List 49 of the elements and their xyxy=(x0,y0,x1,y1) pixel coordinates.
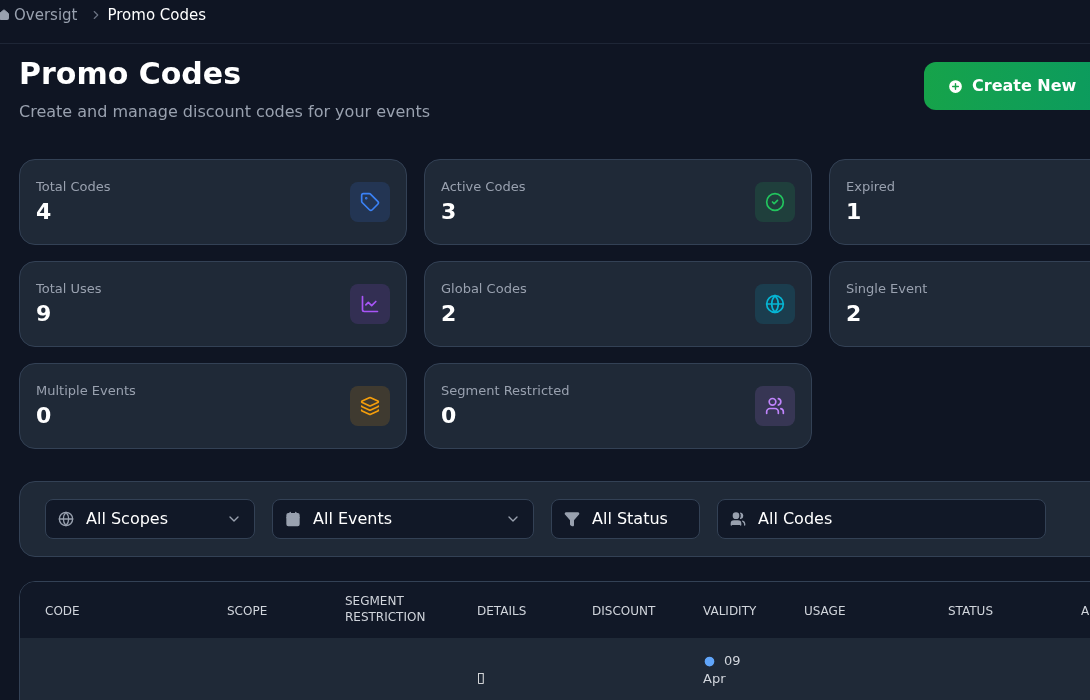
stat-label: Total Codes xyxy=(36,178,111,197)
globe-icon xyxy=(58,511,74,527)
column-header: VALIDITY xyxy=(703,603,757,619)
line-chart-icon xyxy=(360,294,380,314)
check-circle-icon xyxy=(765,192,785,212)
stat-value: 0 xyxy=(36,401,53,430)
stat-value: 9 xyxy=(36,299,53,328)
users-icon xyxy=(765,396,785,416)
column-header: STATUS xyxy=(948,603,994,619)
breadcrumb-link[interactable]: Oversigt xyxy=(14,4,78,27)
filter-select[interactable]: All Status xyxy=(551,499,700,539)
stat-value: 3 xyxy=(441,197,458,226)
column-header: DISCOUNT xyxy=(592,603,656,619)
stat-value: 0 xyxy=(441,401,458,430)
create-button[interactable]: Create New xyxy=(924,62,1090,110)
stat-label: Total Uses xyxy=(36,280,102,299)
column-header: SCOPE xyxy=(227,603,268,619)
column-header: CODE xyxy=(45,603,80,619)
column-header: SEGMENT RESTRICTION xyxy=(345,592,427,625)
plus-icon xyxy=(947,77,964,95)
column-header: USAGE xyxy=(804,603,846,619)
validity-day: 09 xyxy=(724,653,741,669)
tag-icon xyxy=(360,192,380,212)
globe-icon xyxy=(765,294,785,314)
details-glyph: ▯ xyxy=(477,669,485,685)
stat-label: Segment Restricted xyxy=(441,382,570,401)
stat-label: Multiple Events xyxy=(36,382,136,401)
home-icon[interactable] xyxy=(0,9,10,21)
stat-label: Expired xyxy=(846,178,896,197)
column-header: A xyxy=(1081,603,1090,619)
stat-value: 1 xyxy=(846,197,863,226)
users-icon xyxy=(730,511,746,527)
filter-icon xyxy=(564,511,580,527)
breadcrumb-link[interactable]: Promo Codes xyxy=(107,4,207,27)
page-subtitle: Create and manage discount codes for your events xyxy=(19,101,432,123)
filter-select[interactable]: All Events xyxy=(272,499,534,539)
validity-month: Apr xyxy=(703,671,726,687)
stat-label: Single Event xyxy=(846,280,928,299)
layers-icon xyxy=(360,396,380,416)
column-header: DETAILS xyxy=(477,603,527,619)
stat-value: 2 xyxy=(441,299,458,328)
stat-value: 2 xyxy=(846,299,863,328)
stat-value: 4 xyxy=(36,197,53,226)
filter-select[interactable]: All Scopes xyxy=(45,499,255,539)
filter-select[interactable]: All Codes xyxy=(717,499,1046,539)
calendar-icon xyxy=(285,511,301,527)
stat-label: Global Codes xyxy=(441,280,527,299)
page-title: Promo Codes xyxy=(19,55,242,93)
stat-label: Active Codes xyxy=(441,178,526,197)
